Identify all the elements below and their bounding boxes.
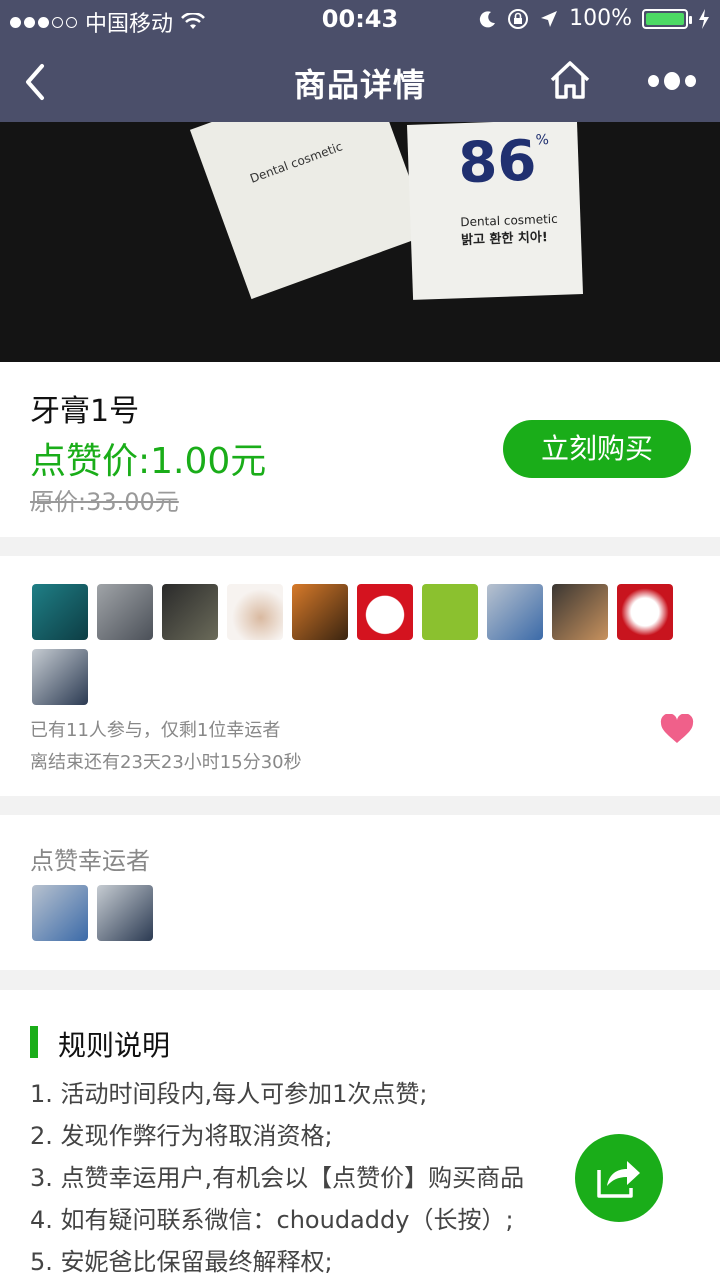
rule-item: 4. 如有疑问联系微信：choudaddy（长按）; (30, 1206, 514, 1234)
rule-item: 3. 点赞幸运用户,有机会以【点赞价】购买商品 (30, 1164, 525, 1192)
box-left-text: Dental cosmetic (248, 139, 345, 186)
original-price: 原价:33.00元 (30, 488, 179, 516)
lucky-avatars (32, 885, 153, 941)
avatar[interactable] (552, 584, 608, 640)
charging-icon (699, 8, 709, 29)
heart-icon[interactable] (660, 714, 694, 744)
avatar[interactable] (162, 584, 218, 640)
rules-title: 规则说明 (58, 1029, 171, 1062)
avatar[interactable] (32, 885, 88, 941)
box-percent: % (535, 132, 550, 149)
status-bar: 中国移动 00:43 100% (0, 0, 720, 40)
buy-now-button[interactable]: 立刻购买 (503, 420, 691, 478)
battery-icon (642, 8, 692, 29)
lucky-title: 点赞幸运者 (30, 847, 150, 875)
participant-avatars (32, 584, 692, 705)
participants-card: 已有11人参与，仅剩1位幸运者 离结束还有23天23小时15分30秒 (0, 556, 720, 796)
nav-bar: 商品详情 (0, 40, 720, 122)
product-box-right: 86 % Dental cosmetic 밝고 환한 치아! (406, 122, 584, 300)
product-name: 牙膏1号 (30, 394, 140, 429)
box-line2: 밝고 환한 치아! (460, 230, 549, 249)
location-icon (541, 10, 558, 27)
participants-summary: 已有11人参与，仅剩1位幸运者 (30, 720, 281, 741)
rotation-lock-icon (508, 8, 529, 29)
box-number: 86 (457, 128, 538, 197)
avatar[interactable] (32, 649, 88, 705)
avatar[interactable] (32, 584, 88, 640)
avatar[interactable] (617, 584, 673, 640)
avatar[interactable] (97, 885, 153, 941)
battery-percent: 100% (569, 6, 632, 31)
share-button[interactable] (575, 1134, 663, 1222)
rule-item: 1. 活动时间段内,每人可参加1次点赞; (30, 1080, 428, 1108)
home-icon[interactable] (548, 58, 592, 102)
share-icon (597, 1161, 640, 1198)
product-image: Dental cosmetic 86 % Dental cosmetic 밝고 … (0, 122, 720, 362)
more-icon[interactable] (648, 70, 696, 92)
avatar[interactable] (422, 584, 478, 640)
status-right: 100% (479, 6, 710, 31)
lucky-card: 点赞幸运者 (0, 815, 720, 970)
rule-item: 5. 安妮爸比保留最终解释权; (30, 1248, 333, 1276)
moon-icon (479, 10, 496, 27)
section-marker (30, 1026, 38, 1058)
avatar[interactable] (227, 584, 283, 640)
avatar[interactable] (487, 584, 543, 640)
like-price: 点赞价:1.00元 (30, 441, 267, 482)
product-info-card: 牙膏1号 点赞价:1.00元 原价:33.00元 立刻购买 (0, 362, 720, 537)
avatar[interactable] (357, 584, 413, 640)
product-box-left: Dental cosmetic (189, 122, 431, 300)
avatar[interactable] (292, 584, 348, 640)
rule-item: 2. 发现作弊行为将取消资格; (30, 1122, 333, 1150)
page-title: 商品详情 (293, 66, 426, 104)
avatar[interactable] (97, 584, 153, 640)
countdown-text: 离结束还有23天23小时15分30秒 (30, 752, 302, 773)
